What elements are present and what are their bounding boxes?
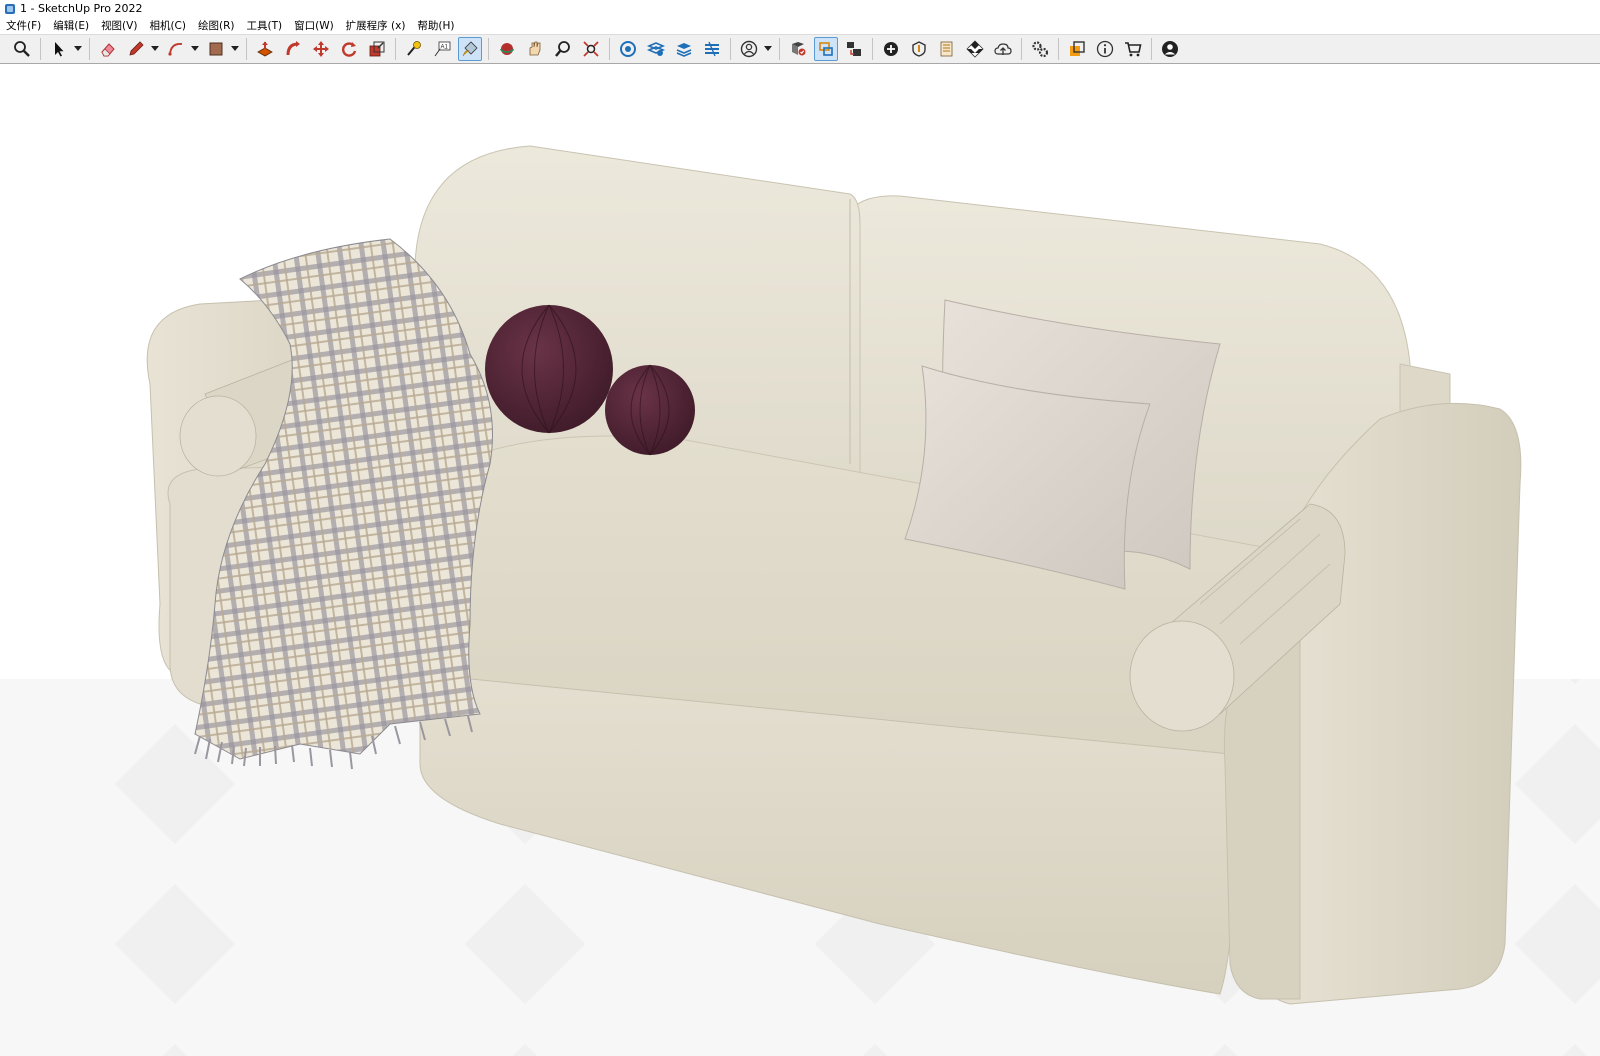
menu-extensions[interactable]: 扩展程序 (x) (340, 18, 412, 33)
menu-file[interactable]: 文件(F) (0, 18, 47, 33)
toolbar-separator (730, 38, 731, 60)
shadows-icon[interactable] (786, 37, 810, 61)
extension-warehouse-icon[interactable] (644, 37, 668, 61)
menu-bar: 文件(F) 编辑(E) 视图(V) 相机(C) 绘图(R) 工具(T) 窗口(W… (0, 17, 1600, 34)
toolbar-separator (779, 38, 780, 60)
select-dropdown-chevron-icon[interactable] (73, 37, 83, 61)
toolbar-separator (1151, 38, 1152, 60)
pencil-line-icon[interactable] (124, 37, 148, 61)
tape-measure-icon[interactable] (402, 37, 426, 61)
menu-window[interactable]: 窗口(W) (288, 18, 340, 33)
shield-icon[interactable] (907, 37, 931, 61)
toolbar-separator (488, 38, 489, 60)
window-titlebar: 1 - SketchUp Pro 2022 (0, 0, 1600, 17)
model-viewport[interactable] (0, 64, 1600, 1056)
checker-icon[interactable] (963, 37, 987, 61)
toolbar-separator (40, 38, 41, 60)
toolbar-separator (246, 38, 247, 60)
scale-icon[interactable] (365, 37, 389, 61)
zoom-icon[interactable] (10, 37, 34, 61)
styles-icon[interactable] (700, 37, 724, 61)
pencil-dropdown-chevron-icon[interactable] (150, 37, 160, 61)
text-icon[interactable]: A1 (430, 37, 454, 61)
zoom-icon-2[interactable] (551, 37, 575, 61)
toolbar-separator (872, 38, 873, 60)
move-icon[interactable] (309, 37, 333, 61)
menu-edit[interactable]: 编辑(E) (47, 18, 95, 33)
toolbar-separator (1058, 38, 1059, 60)
main-toolbar: A1 (0, 34, 1600, 64)
materials-icon[interactable] (935, 37, 959, 61)
account-dropdown-chevron-icon[interactable] (763, 37, 773, 61)
svg-text:A1: A1 (441, 45, 449, 51)
3d-warehouse-icon[interactable] (616, 37, 640, 61)
toolbar-separator (89, 38, 90, 60)
large-purple-ball (485, 304, 613, 434)
rectangle-dropdown-chevron-icon[interactable] (230, 37, 240, 61)
push-pull-icon[interactable] (253, 37, 277, 61)
sofa-model-scene (0, 145, 1600, 1056)
menu-help[interactable]: 帮助(H) (411, 18, 460, 33)
arc-dropdown-chevron-icon[interactable] (190, 37, 200, 61)
menu-draw[interactable]: 绘图(R) (192, 18, 241, 33)
paint-bucket-icon[interactable] (458, 37, 482, 61)
window-title: 1 - SketchUp Pro 2022 (20, 2, 143, 15)
cloud-upload-icon[interactable] (991, 37, 1015, 61)
zoom-extents-icon[interactable] (579, 37, 603, 61)
select-arrow-icon[interactable] (47, 37, 71, 61)
menu-tools[interactable]: 工具(T) (240, 18, 288, 33)
account-icon[interactable] (737, 37, 761, 61)
layout-icon[interactable] (672, 37, 696, 61)
outliner-icon[interactable] (1065, 37, 1089, 61)
add-location-icon[interactable] (879, 37, 903, 61)
arc-icon[interactable] (164, 37, 188, 61)
menu-camera[interactable]: 相机(C) (143, 18, 192, 33)
toolbar-separator (395, 38, 396, 60)
follow-me-icon[interactable] (281, 37, 305, 61)
rectangle-icon[interactable] (204, 37, 228, 61)
small-purple-ball (605, 364, 695, 456)
toolbar-separator (609, 38, 610, 60)
scenes-icon[interactable] (842, 37, 866, 61)
settings-gears-icon[interactable] (1028, 37, 1052, 61)
sketchup-app-icon (5, 3, 15, 14)
toolbar-separator (1021, 38, 1022, 60)
info-icon[interactable] (1093, 37, 1117, 61)
orbit-icon[interactable] (495, 37, 519, 61)
cart-icon[interactable] (1121, 37, 1145, 61)
eraser-icon[interactable] (96, 37, 120, 61)
user-profile-icon[interactable] (1158, 37, 1182, 61)
section-plane-icon[interactable] (814, 37, 838, 61)
rotate-icon[interactable] (337, 37, 361, 61)
pan-icon[interactable] (523, 37, 547, 61)
menu-view[interactable]: 视图(V) (95, 18, 143, 33)
